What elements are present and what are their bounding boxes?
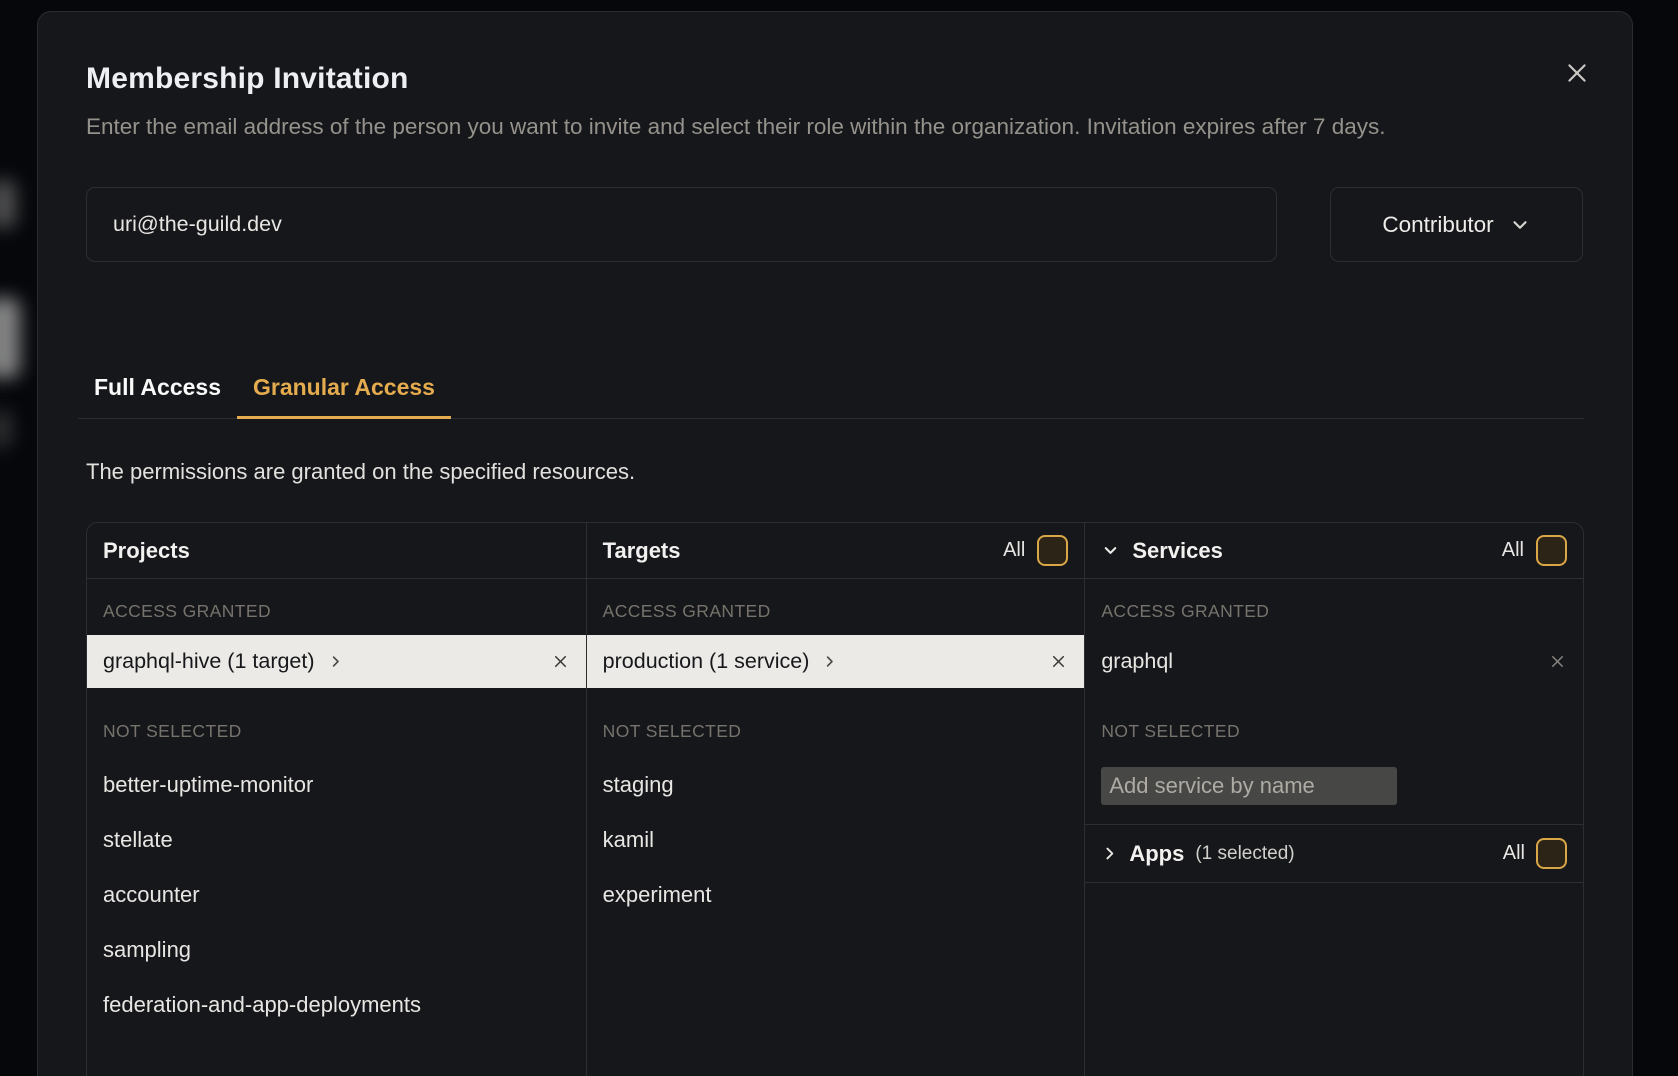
email-field[interactable] bbox=[86, 187, 1277, 262]
targets-all-checkbox[interactable] bbox=[1037, 535, 1068, 566]
targets-column: Targets All ACCESS GRANTED production (1… bbox=[586, 523, 1085, 1076]
access-granted-label: ACCESS GRANTED bbox=[1101, 601, 1567, 621]
remove-target-icon[interactable] bbox=[1049, 652, 1068, 671]
projects-not-selected-list: better-uptime-monitor stellate accounter… bbox=[87, 757, 586, 1032]
not-selected-label: NOT SELECTED bbox=[603, 721, 1069, 741]
tab-granular-access[interactable]: Granular Access bbox=[237, 359, 451, 419]
list-item[interactable]: staging bbox=[587, 757, 1085, 812]
membership-invitation-dialog: Membership Invitation Enter the email ad… bbox=[37, 11, 1633, 1076]
services-title: Services bbox=[1132, 538, 1223, 564]
background-blur-artifact bbox=[0, 298, 20, 378]
project-selected-row[interactable]: graphql-hive (1 target) bbox=[87, 635, 586, 688]
project-selected-label: graphql-hive (1 target) bbox=[103, 649, 315, 674]
access-granted-label: ACCESS GRANTED bbox=[603, 601, 1069, 621]
list-item[interactable]: experiment bbox=[587, 867, 1085, 922]
list-item[interactable]: kamil bbox=[587, 812, 1085, 867]
remove-service-icon[interactable] bbox=[1548, 652, 1567, 671]
permissions-note: The permissions are granted on the speci… bbox=[86, 459, 1584, 485]
access-tabs: Full Access Granular Access bbox=[78, 359, 1584, 419]
permissions-table: Projects ACCESS GRANTED graphql-hive (1 … bbox=[86, 522, 1584, 1076]
service-granted-label: graphql bbox=[1101, 649, 1173, 674]
not-selected-label: NOT SELECTED bbox=[1101, 721, 1567, 741]
services-column: Services All ACCESS GRANTED graphql NOT … bbox=[1084, 523, 1583, 1076]
list-item[interactable]: accounter bbox=[87, 867, 586, 922]
list-item[interactable]: sampling bbox=[87, 922, 586, 977]
chevron-right-icon bbox=[822, 654, 837, 669]
add-service-input[interactable] bbox=[1101, 767, 1397, 805]
projects-title: Projects bbox=[103, 538, 190, 564]
chevron-right-icon bbox=[328, 654, 343, 669]
tab-full-access[interactable]: Full Access bbox=[78, 359, 237, 419]
chevron-down-icon bbox=[1509, 214, 1531, 236]
list-item[interactable]: federation-and-app-deployments bbox=[87, 977, 586, 1032]
projects-column: Projects ACCESS GRANTED graphql-hive (1 … bbox=[87, 523, 586, 1076]
list-item[interactable]: better-uptime-monitor bbox=[87, 757, 586, 812]
apps-all-label: All bbox=[1503, 842, 1525, 865]
background-blur-artifact bbox=[0, 410, 12, 448]
apps-selected-count: (1 selected) bbox=[1195, 843, 1294, 865]
services-header[interactable]: Services All bbox=[1085, 523, 1583, 579]
targets-title: Targets bbox=[603, 538, 681, 564]
apps-title: Apps bbox=[1129, 841, 1184, 867]
role-selected-value: Contributor bbox=[1382, 212, 1493, 238]
services-all-label: All bbox=[1502, 539, 1524, 562]
apps-all-checkbox[interactable] bbox=[1536, 838, 1567, 869]
apps-row[interactable]: Apps (1 selected) All bbox=[1085, 824, 1583, 883]
target-selected-label: production (1 service) bbox=[603, 649, 810, 674]
target-selected-row[interactable]: production (1 service) bbox=[587, 635, 1085, 688]
role-select[interactable]: Contributor bbox=[1330, 187, 1583, 262]
chevron-right-icon bbox=[1101, 845, 1118, 862]
targets-not-selected-list: staging kamil experiment bbox=[587, 757, 1085, 922]
list-item[interactable]: stellate bbox=[87, 812, 586, 867]
close-icon[interactable] bbox=[1560, 56, 1594, 90]
invite-row: Contributor bbox=[86, 187, 1584, 262]
not-selected-label: NOT SELECTED bbox=[103, 721, 570, 741]
access-granted-label: ACCESS GRANTED bbox=[103, 601, 570, 621]
projects-header: Projects bbox=[87, 523, 586, 579]
targets-all-label: All bbox=[1003, 539, 1025, 562]
services-all-checkbox[interactable] bbox=[1536, 535, 1567, 566]
dialog-description: Enter the email address of the person yo… bbox=[86, 108, 1584, 145]
service-granted-row[interactable]: graphql bbox=[1085, 635, 1583, 688]
background-blur-artifact bbox=[0, 180, 16, 228]
remove-project-icon[interactable] bbox=[551, 652, 570, 671]
targets-header: Targets All bbox=[587, 523, 1085, 579]
page-title: Membership Invitation bbox=[86, 60, 1584, 98]
chevron-down-icon bbox=[1101, 541, 1120, 560]
